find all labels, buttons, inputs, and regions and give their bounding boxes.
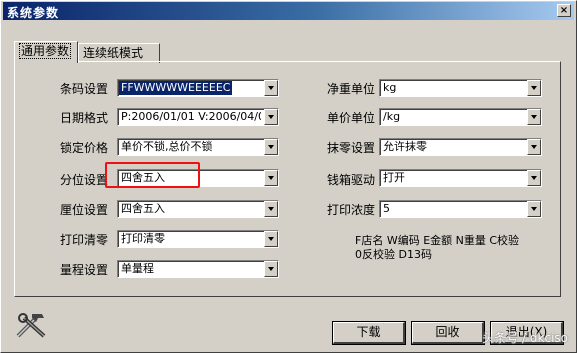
watermark: 头条号 / dkciso	[482, 331, 568, 345]
tab-label: 连续纸模式	[83, 46, 144, 60]
window-title: 系统参数	[7, 6, 60, 20]
red-highlight-box	[105, 162, 200, 188]
download-button[interactable]: 下载	[332, 321, 406, 345]
tab-label: 通用参数	[19, 43, 72, 59]
tab-general-params[interactable]: 通用参数	[14, 41, 78, 63]
system-params-dialog: 系统参数 × 通用参数 连续纸模式 条码设置 FFWWWWWEEEEEC 日期格…	[0, 0, 577, 353]
settings-panel	[14, 61, 561, 297]
readback-button[interactable]: 回收	[411, 321, 485, 345]
tab-continuous-paper[interactable]: 连续纸模式	[78, 43, 160, 63]
title-bar[interactable]: 系统参数 ×	[3, 2, 574, 20]
close-icon: ×	[559, 5, 569, 16]
tools-icon	[16, 313, 46, 338]
close-button[interactable]: ×	[557, 4, 571, 17]
